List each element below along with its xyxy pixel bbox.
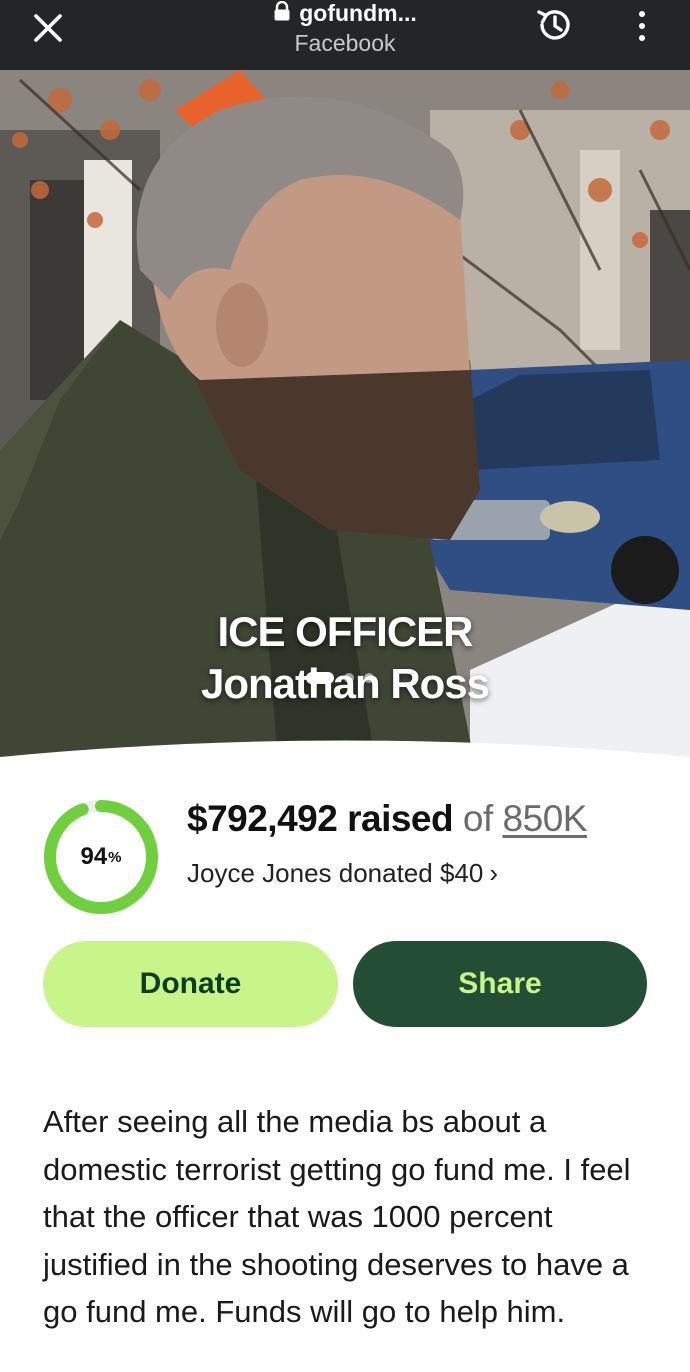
goal-amount[interactable]: 850K xyxy=(503,798,588,839)
hero-title: ICE OFFICER Jonathan Ross xyxy=(0,606,690,710)
recent-donation-text: Joyce Jones donated $40 xyxy=(187,858,484,888)
url-block[interactable]: gofundm... Facebook xyxy=(0,0,690,57)
donate-button-label: Donate xyxy=(139,967,242,1000)
chevron-right-icon: › xyxy=(489,858,499,888)
carousel-dot[interactable] xyxy=(364,673,374,683)
amount-raised: $792,492 raised of 850K xyxy=(187,796,587,842)
progress-percent-sign: % xyxy=(108,848,122,866)
hero-title-line-1: ICE OFFICER xyxy=(217,608,473,655)
lock-icon xyxy=(273,0,291,27)
hero-image[interactable]: ICE OFFICER Jonathan Ross xyxy=(0,70,690,790)
url-text: gofundm... xyxy=(299,0,417,26)
progress-percent: 94% xyxy=(42,798,160,916)
raised-of: of xyxy=(462,798,493,839)
fundraiser-story: After seeing all the media bs about a do… xyxy=(43,1104,631,1329)
donate-button[interactable]: Donate xyxy=(43,941,338,1027)
url-source: Facebook xyxy=(294,30,396,56)
raised-amount: $792,492 raised xyxy=(187,798,454,839)
hero-bottom-curve xyxy=(0,740,690,800)
carousel-dot-active[interactable] xyxy=(306,672,334,684)
browser-top-bar: gofundm... Facebook xyxy=(0,0,690,70)
carousel-dot[interactable] xyxy=(344,673,354,683)
recent-donation-link[interactable]: Joyce Jones donated $40 › xyxy=(187,858,498,889)
history-icon[interactable] xyxy=(532,2,578,48)
progress-percent-value: 94 xyxy=(80,843,108,870)
share-button[interactable]: Share xyxy=(353,941,647,1027)
more-vertical-icon[interactable] xyxy=(628,6,656,46)
hero-title-line-2: Jonathan Ross xyxy=(200,660,490,707)
carousel-indicator xyxy=(306,672,374,684)
share-button-label: Share xyxy=(458,967,542,1000)
